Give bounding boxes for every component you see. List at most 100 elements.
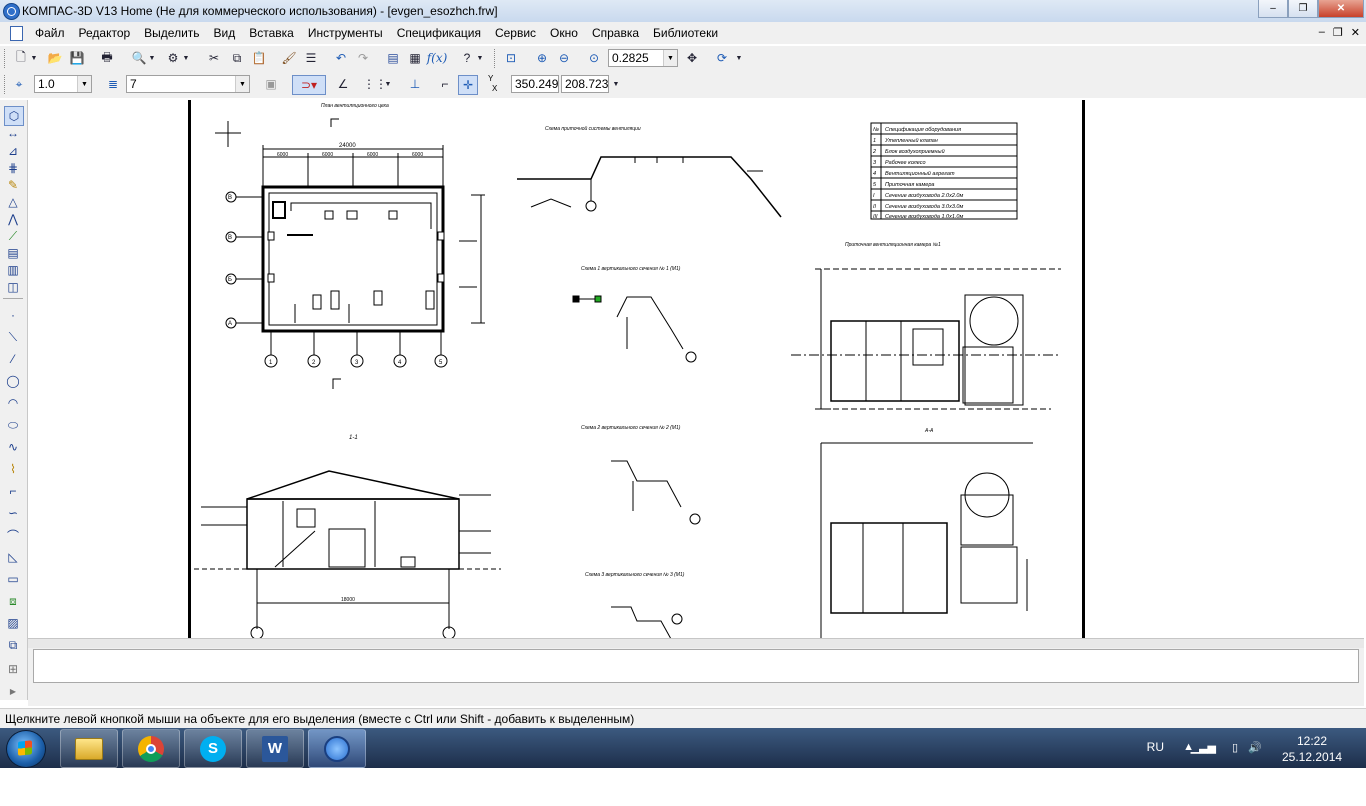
coord-x-field[interactable]: 350.249	[511, 75, 559, 93]
orthogonal-mode-icon[interactable]: ⌐	[436, 75, 454, 93]
layers-icon[interactable]: ≣	[104, 75, 122, 93]
coord-y-field[interactable]: 208.723	[561, 75, 609, 93]
reports-icon[interactable]: ▥	[4, 261, 22, 279]
snap-toggle-icon[interactable]: ⊃▾	[292, 75, 326, 95]
segment-icon[interactable]: ⁄	[4, 350, 22, 368]
help-pointer-icon[interactable]: ?	[458, 49, 476, 67]
fillet-icon[interactable]: ⌒	[4, 526, 22, 544]
zoom-combobox[interactable]: 0.2825 ▼	[608, 49, 678, 67]
drawing-canvas[interactable]: План вентиляционного цеха 24000 6000 600…	[28, 100, 1364, 638]
properties-icon[interactable]: ⚙	[164, 49, 182, 67]
refresh-icon[interactable]: ⟳	[713, 49, 731, 67]
save-icon[interactable]: 💾	[68, 49, 86, 67]
drawing-sheet[interactable]: План вентиляционного цеха 24000 6000 600…	[188, 100, 1085, 638]
taskbar-skype[interactable]: S	[184, 729, 242, 768]
menu-specification[interactable]: Спецификация	[397, 26, 481, 40]
copy-icon[interactable]: ⧉	[228, 49, 246, 67]
ortho-icon[interactable]: ∠	[334, 75, 352, 93]
function-icon[interactable]: f(x)	[427, 49, 448, 67]
menu-help[interactable]: Справка	[592, 26, 639, 40]
doc-close-button[interactable]: ✕	[1351, 26, 1360, 39]
start-button[interactable]	[6, 730, 46, 768]
command-input[interactable]	[33, 649, 1359, 683]
grid-icon[interactable]: ⋮⋮	[363, 75, 387, 93]
menu-tools[interactable]: Инструменты	[308, 26, 383, 40]
taskbar-kompas[interactable]	[308, 729, 366, 768]
layer-combobox[interactable]: 7 ▼	[126, 75, 250, 93]
chevron-down-icon[interactable]: ▼	[612, 75, 620, 93]
taskbar-explorer[interactable]	[60, 729, 118, 768]
contour-icon[interactable]: ⧈	[4, 592, 22, 610]
zoom-out-icon[interactable]: ⊖	[555, 49, 573, 67]
paste-icon[interactable]: 📋	[250, 49, 268, 67]
editing-icon[interactable]: ⋕	[4, 159, 22, 177]
chevron-down-icon[interactable]: ▼	[148, 49, 156, 67]
menu-service[interactable]: Сервис	[495, 26, 536, 40]
bezier-icon[interactable]: ∽	[4, 504, 22, 522]
menu-edit[interactable]: Редактор	[79, 26, 131, 40]
chevron-down-icon[interactable]: ▼	[77, 76, 91, 92]
ellipse-icon[interactable]: ⬭	[4, 416, 22, 434]
arc-icon[interactable]: ◠	[4, 394, 22, 412]
print-icon[interactable]: 🖶	[98, 49, 116, 67]
spec-icon[interactable]: ▤	[4, 244, 22, 262]
chevron-down-icon[interactable]: ▼	[30, 49, 38, 67]
chamfer-icon[interactable]: ◺	[4, 548, 22, 566]
toolbar-grip[interactable]	[494, 49, 498, 68]
taskbar-word[interactable]: W	[246, 729, 304, 768]
specification-icon[interactable]: ☰	[302, 49, 320, 67]
collapse-panel-icon[interactable]: ⊞	[4, 660, 22, 678]
snap-grid-icon[interactable]: ⌖	[10, 75, 28, 93]
open-folder-icon[interactable]: 📂	[46, 49, 64, 67]
taskbar-chrome[interactable]	[122, 729, 180, 768]
cut-icon[interactable]: ✂	[205, 49, 223, 67]
power-icon[interactable]: ▯	[1232, 741, 1238, 754]
equidistant-icon[interactable]: ⧉	[4, 636, 22, 654]
new-document-icon[interactable]: 🗋	[12, 49, 30, 67]
cursor-snap-icon[interactable]: ✛	[458, 75, 478, 95]
network-icon[interactable]: ▁▃▅	[1191, 741, 1216, 754]
auxiliary-line-icon[interactable]: ⟍	[4, 328, 22, 346]
toolbar-grip[interactable]	[4, 49, 8, 68]
zoom-in-icon[interactable]: ⊕	[533, 49, 551, 67]
menu-window[interactable]: Окно	[550, 26, 578, 40]
rectangle-icon[interactable]: ▭	[4, 570, 22, 588]
clock[interactable]: 12:22 25.12.2014	[1282, 733, 1342, 765]
geometry-tools-icon[interactable]: ⬡	[4, 106, 24, 126]
parametrization-icon[interactable]: ✎	[4, 176, 22, 194]
chevron-down-icon[interactable]: ▼	[476, 49, 484, 67]
menu-insert[interactable]: Вставка	[249, 26, 294, 40]
library-manager-icon[interactable]: ▤	[384, 49, 402, 67]
associative-views-icon[interactable]: ⟋	[4, 227, 22, 245]
doc-restore-button[interactable]: ❐	[1333, 26, 1343, 39]
zoom-scale-icon[interactable]: ⊙	[585, 49, 603, 67]
menu-select[interactable]: Выделить	[144, 26, 199, 40]
line-scale-combobox[interactable]: 1.0 ▼	[34, 75, 92, 93]
variables-icon[interactable]: ▦	[406, 49, 424, 67]
chevron-down-icon[interactable]: ▼	[235, 76, 249, 92]
designations-icon[interactable]: ⊿	[4, 142, 22, 160]
doc-minimize-button[interactable]: –	[1319, 26, 1325, 39]
chevron-down-icon[interactable]: ▼	[384, 75, 392, 93]
spline-icon[interactable]: ∿	[4, 438, 22, 456]
point-icon[interactable]: ·	[4, 306, 22, 324]
chevron-down-icon[interactable]: ▼	[182, 49, 190, 67]
maximize-button[interactable]: ❐	[1288, 0, 1318, 18]
polyline-icon[interactable]: ⌇	[4, 460, 22, 478]
chevron-right-icon[interactable]: ▶	[4, 682, 22, 700]
language-indicator[interactable]: RU	[1147, 740, 1164, 754]
chevron-down-icon[interactable]: ▼	[735, 49, 743, 67]
volume-icon[interactable]: 🔊	[1248, 741, 1262, 754]
dimensions-icon[interactable]: ↔	[4, 124, 22, 142]
chevron-down-icon[interactable]: ▼	[663, 50, 677, 66]
local-cs-icon[interactable]: ⊥	[406, 75, 424, 93]
continuous-input-icon[interactable]: ⌐	[4, 482, 22, 500]
selection-icon[interactable]: ⋀	[4, 210, 22, 228]
insert-icon[interactable]: ◫	[4, 278, 22, 296]
menu-file[interactable]: Файл	[35, 26, 65, 40]
document-icon[interactable]	[10, 26, 23, 41]
menu-libraries[interactable]: Библиотеки	[653, 26, 718, 40]
hatch-icon[interactable]: ▨	[4, 614, 22, 632]
circle-icon[interactable]: ◯	[4, 372, 22, 390]
pan-icon[interactable]: ✥	[683, 49, 701, 67]
